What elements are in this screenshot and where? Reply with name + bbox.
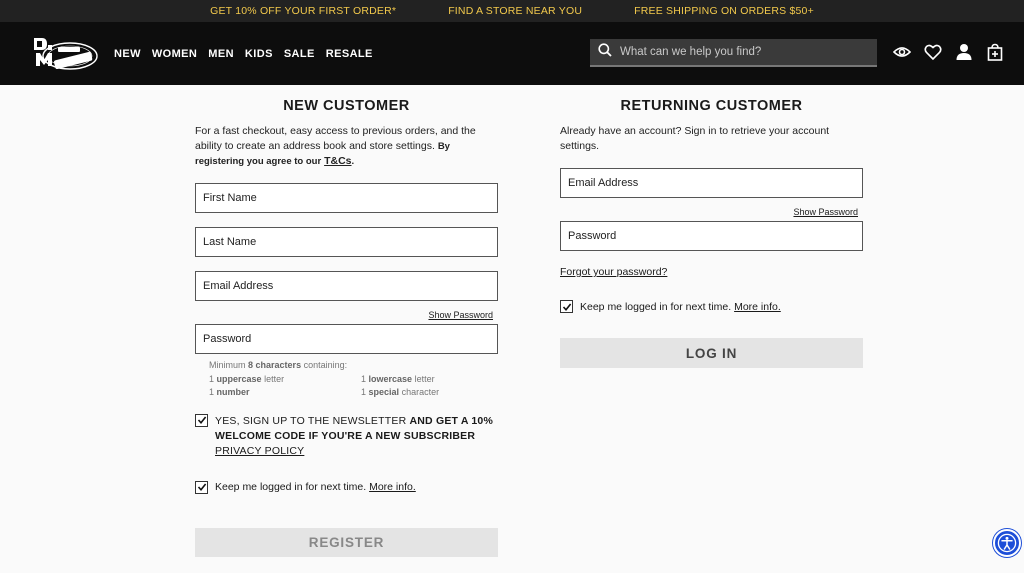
promo-bar: GET 10% OFF YOUR FIRST ORDER* FIND A STO… — [0, 0, 1024, 22]
login-keep-logged-row: Keep me logged in for next time. More in… — [560, 300, 863, 313]
desc-period: . — [351, 156, 355, 167]
login-password-input[interactable] — [568, 230, 862, 242]
first-name-input[interactable] — [203, 192, 497, 204]
password-rule-minimum: Minimum 8 characters containing: — [209, 359, 498, 373]
newsletter-checkbox[interactable] — [195, 413, 208, 427]
new-keep-logged-row: Keep me logged in for next time. More in… — [195, 480, 498, 494]
rule-special: 1 special character — [361, 386, 511, 400]
rule-special-num: 1 — [361, 387, 367, 397]
nav-kids[interactable]: KIDS — [245, 48, 273, 60]
rule-uppercase-text: letter — [264, 373, 285, 384]
login-email-field[interactable] — [560, 168, 863, 198]
forgot-password-link[interactable]: Forgot your password? — [560, 266, 863, 278]
main-nav: NEW WOMEN MEN KIDS SALE RESALE — [114, 48, 373, 60]
returning-customer-title: RETURNING CUSTOMER — [620, 98, 803, 114]
last-name-input[interactable] — [203, 236, 497, 248]
login-keep-logged-label: Keep me logged in for next time. — [580, 300, 732, 313]
eye-icon[interactable] — [893, 43, 911, 61]
rule-lowercase-num: 1 — [361, 373, 367, 384]
accessibility-icon[interactable] — [993, 529, 1021, 557]
login-password-field[interactable] — [560, 221, 863, 251]
privacy-policy-link[interactable]: PRIVACY POLICY — [215, 445, 304, 457]
rule-special-bold: special — [368, 387, 400, 397]
new-show-password-link[interactable]: Show Password — [195, 310, 498, 323]
rule-special-text: character — [401, 387, 440, 397]
rule-min-bold: 8 characters — [248, 360, 302, 370]
rule-number-bold: number — [216, 387, 250, 397]
site-header: NEW WOMEN MEN KIDS SALE RESALE — [0, 22, 1024, 85]
rule-lowercase-text: letter — [414, 373, 435, 384]
nav-women[interactable]: WOMEN — [152, 48, 197, 60]
newsletter-text: YES, SIGN UP TO THE NEWSLETTER AND GET A… — [215, 414, 498, 459]
new-password-field[interactable] — [195, 324, 498, 354]
new-password-input[interactable] — [203, 333, 497, 345]
check-icon — [562, 303, 571, 311]
new-keep-logged-text: Keep me logged in for next time. More in… — [215, 481, 416, 493]
new-customer-desc: For a fast checkout, easy access to prev… — [195, 124, 498, 169]
new-customer-title: NEW CUSTOMER — [283, 98, 410, 114]
search-bar[interactable] — [590, 39, 877, 67]
dr-martens-logo[interactable] — [30, 34, 100, 72]
rule-uppercase-bold: uppercase — [216, 373, 262, 384]
rule-lowercase-bold: lowercase — [368, 373, 413, 384]
promo-free-shipping[interactable]: FREE SHIPPING ON ORDERS $50+ — [634, 5, 814, 17]
new-email-input[interactable] — [203, 280, 497, 292]
returning-customer-section: RETURNING CUSTOMER Already have an accou… — [560, 85, 863, 368]
search-icon — [598, 42, 612, 62]
nav-new[interactable]: NEW — [114, 48, 141, 60]
newsletter-row: YES, SIGN UP TO THE NEWSLETTER AND GET A… — [195, 413, 498, 459]
new-keep-logged-checkbox[interactable] — [195, 480, 208, 494]
password-rule-grid: 1 uppercase letter 1 lowercase letter 1 … — [209, 373, 498, 400]
promo-find-store[interactable]: FIND A STORE NEAR YOU — [448, 5, 582, 17]
account-icon[interactable] — [955, 43, 973, 61]
tcs-link[interactable]: T&Cs — [324, 155, 351, 167]
rule-number-num: 1 — [209, 387, 215, 397]
returning-customer-desc: Already have an account? Sign in to retr… — [560, 125, 830, 152]
rule-uppercase: 1 uppercase letter — [209, 373, 361, 387]
last-name-field[interactable] — [195, 227, 498, 257]
header-icons — [893, 43, 1004, 61]
login-show-password-link[interactable]: Show Password — [560, 207, 863, 220]
first-name-field[interactable] — [195, 183, 498, 213]
new-email-field[interactable] — [195, 271, 498, 301]
rule-min-suffix: containing: — [303, 360, 348, 370]
rule-uppercase-num: 1 — [209, 373, 215, 384]
login-more-info-link[interactable]: More info. — [734, 301, 781, 313]
new-keep-logged-label: Keep me logged in for next time. — [215, 481, 367, 493]
newsletter-normal-text: YES, SIGN UP TO THE NEWSLETTER — [215, 414, 407, 427]
rule-lowercase: 1 lowercase letter — [361, 373, 511, 387]
password-rules: Minimum 8 characters containing: 1 upper… — [209, 359, 498, 400]
rule-number: 1 number — [209, 386, 361, 400]
new-customer-section: NEW CUSTOMER For a fast checkout, easy a… — [195, 85, 498, 557]
login-keep-logged-text: Keep me logged in for next time. More in… — [580, 301, 781, 313]
bag-icon[interactable] — [986, 43, 1004, 61]
nav-men[interactable]: MEN — [208, 48, 234, 60]
nav-resale[interactable]: RESALE — [326, 48, 373, 60]
nav-sale[interactable]: SALE — [284, 48, 315, 60]
login-keep-logged-checkbox[interactable] — [560, 300, 573, 313]
login-button[interactable]: LOG IN — [560, 338, 863, 368]
register-button[interactable]: REGISTER — [195, 527, 498, 557]
search-input[interactable] — [620, 46, 860, 58]
check-icon — [197, 416, 206, 425]
rule-min-prefix: Minimum — [209, 360, 246, 370]
login-email-input[interactable] — [568, 177, 862, 189]
new-customer-desc-text: For a fast checkout, easy access to prev… — [195, 125, 476, 152]
heart-icon[interactable] — [924, 43, 942, 61]
new-more-info-link[interactable]: More info. — [369, 481, 416, 493]
check-icon — [197, 483, 206, 492]
promo-first-order[interactable]: GET 10% OFF YOUR FIRST ORDER* — [210, 5, 396, 17]
